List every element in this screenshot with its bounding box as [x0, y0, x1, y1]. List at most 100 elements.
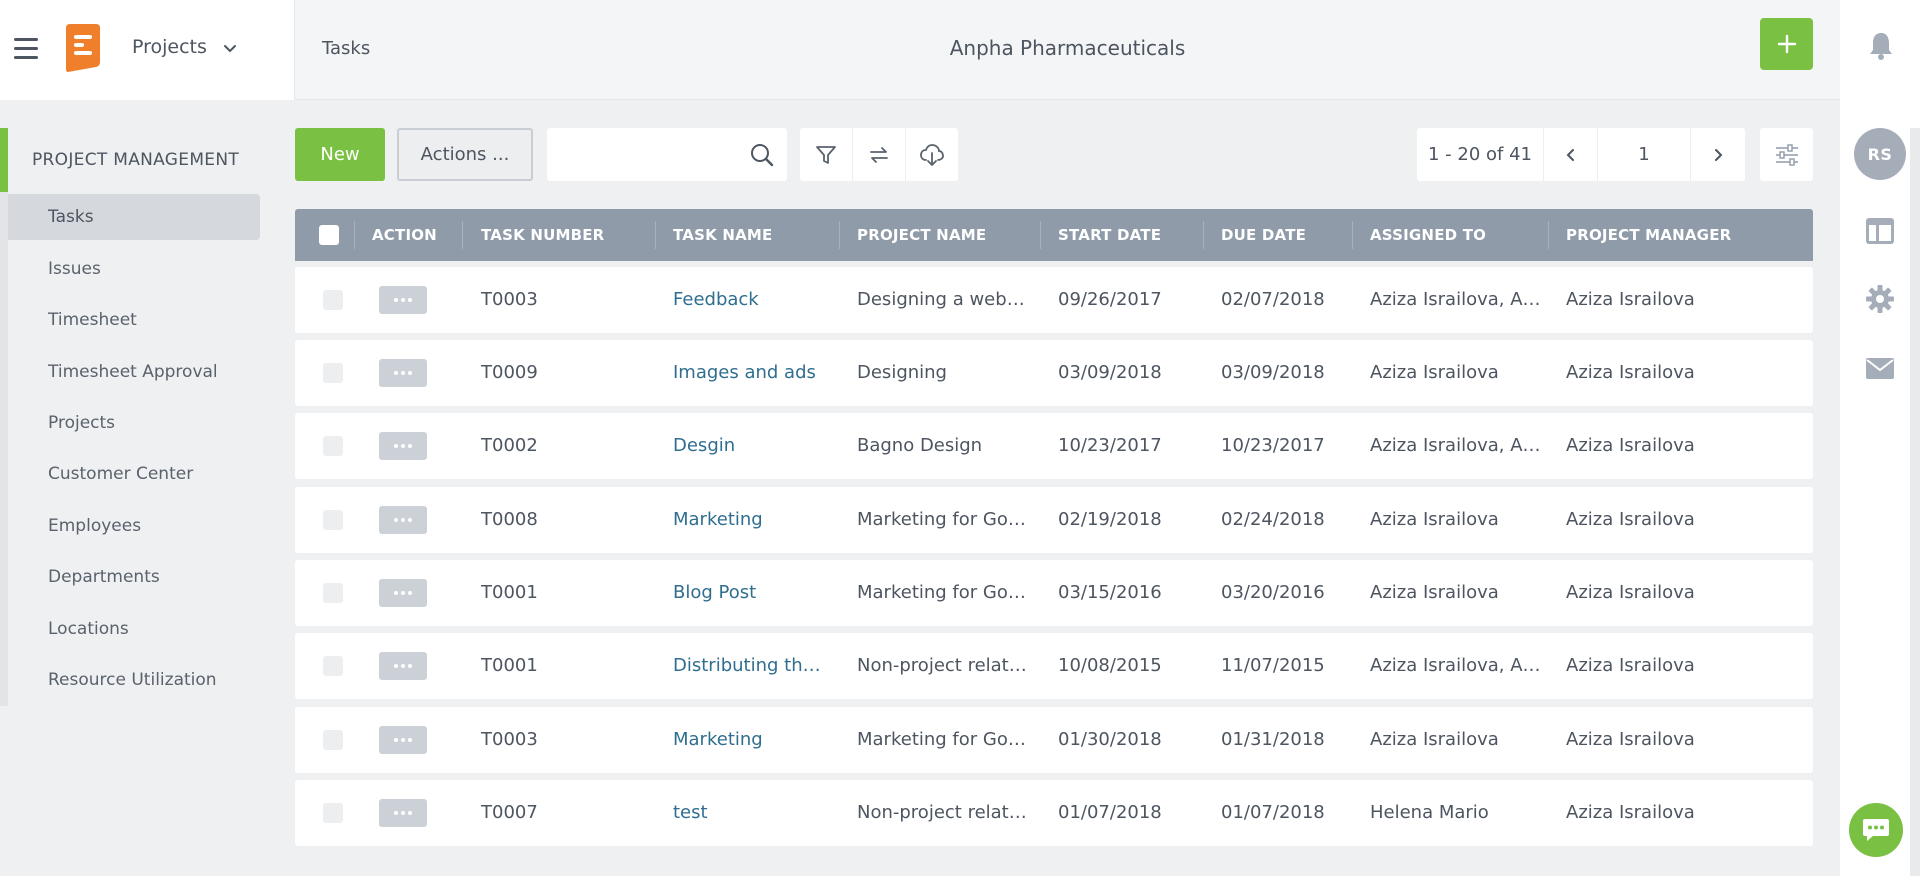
- table-row[interactable]: T0007 test Non-project relate... 01/07/2…: [295, 780, 1813, 846]
- task-name-link[interactable]: Images and ads: [673, 340, 825, 406]
- row-actions-button[interactable]: [379, 432, 427, 460]
- task-name-link[interactable]: Marketing: [673, 487, 825, 553]
- task-number-cell: T0008: [481, 509, 538, 530]
- row-checkbox[interactable]: [323, 290, 343, 310]
- row-checkbox[interactable]: [323, 363, 343, 383]
- column-header-project-manager[interactable]: PROJECT MANAGER: [1566, 209, 1731, 261]
- sidebar-item-departments[interactable]: Departments: [8, 554, 260, 600]
- sidebar-item-timesheet-approval[interactable]: Timesheet Approval: [8, 349, 260, 395]
- refresh-button[interactable]: [853, 128, 906, 181]
- task-name-link[interactable]: Blog Post: [673, 560, 825, 626]
- task-name-link[interactable]: test: [673, 780, 825, 846]
- row-actions-button[interactable]: [379, 652, 427, 680]
- table-row[interactable]: T0001 Blog Post Marketing for Goo... 03/…: [295, 560, 1813, 626]
- start-date-cell: 02/19/2018: [1058, 509, 1162, 530]
- app-logo[interactable]: [62, 22, 104, 74]
- module-switcher-label[interactable]: Projects: [132, 36, 207, 58]
- plus-icon: [1777, 34, 1796, 54]
- task-number-cell: T0009: [481, 362, 538, 383]
- hamburger-icon[interactable]: [14, 38, 38, 60]
- sidebar-item-locations[interactable]: Locations: [8, 606, 260, 652]
- column-header-project-name[interactable]: PROJECT NAME: [857, 209, 986, 261]
- sidebar-item-resource-utilization[interactable]: Resource Utilization: [8, 657, 260, 703]
- column-settings-button[interactable]: [1760, 128, 1813, 181]
- task-name-link[interactable]: Desgin: [673, 413, 825, 479]
- assigned-to-cell: Helena Mario: [1370, 802, 1489, 823]
- column-header-due-date[interactable]: DUE DATE: [1221, 209, 1306, 261]
- mail-icon[interactable]: [1864, 352, 1896, 384]
- task-name-link[interactable]: Marketing: [673, 707, 825, 773]
- next-page-button[interactable]: [1691, 128, 1745, 181]
- column-header-task-name[interactable]: TASK NAME: [673, 209, 772, 261]
- sidebar-item-issues[interactable]: Issues: [8, 246, 260, 292]
- project-manager-cell: Aziza Israilova: [1566, 509, 1695, 530]
- select-all-checkbox[interactable]: [319, 225, 339, 245]
- filter-button[interactable]: [800, 128, 853, 181]
- actions-button[interactable]: Actions ...: [397, 128, 533, 181]
- due-date-cell: 03/20/2016: [1221, 582, 1325, 603]
- more-dots-icon: [394, 298, 398, 302]
- sidebar-item-timesheet[interactable]: Timesheet: [8, 297, 260, 343]
- add-button[interactable]: [1760, 18, 1813, 70]
- table-row[interactable]: T0002 Desgin Bagno Design 10/23/2017 10/…: [295, 413, 1813, 479]
- sidebar-item-tasks[interactable]: Tasks: [8, 194, 260, 240]
- task-number-cell: T0002: [481, 435, 538, 456]
- row-actions-button[interactable]: [379, 286, 427, 314]
- dot: [401, 811, 405, 815]
- row-checkbox[interactable]: [323, 730, 343, 750]
- row-checkbox[interactable]: [323, 583, 343, 603]
- cloud-download-icon: [920, 143, 944, 166]
- assigned-to-cell: Aziza Israilova: [1370, 509, 1499, 530]
- row-checkbox[interactable]: [323, 803, 343, 823]
- search-icon[interactable]: [749, 142, 775, 168]
- start-date-cell: 01/07/2018: [1058, 802, 1162, 823]
- row-actions-button[interactable]: [379, 359, 427, 387]
- page-number-field[interactable]: 1: [1598, 128, 1691, 181]
- table-row[interactable]: T0008 Marketing Marketing for Goo... 02/…: [295, 487, 1813, 553]
- table-row[interactable]: T0003 Feedback Designing a website 09/26…: [295, 267, 1813, 333]
- due-date-cell: 03/09/2018: [1221, 362, 1325, 383]
- row-actions-button[interactable]: [379, 799, 427, 827]
- dot: [408, 518, 412, 522]
- column-header-task-number[interactable]: TASK NUMBER: [481, 209, 604, 261]
- row-actions-button[interactable]: [379, 726, 427, 754]
- table-row[interactable]: T0003 Marketing Marketing for Goo... 01/…: [295, 707, 1813, 773]
- column-divider: [655, 221, 656, 249]
- row-actions-button[interactable]: [379, 506, 427, 534]
- start-date-cell: 10/08/2015: [1058, 655, 1162, 676]
- previous-page-button[interactable]: [1544, 128, 1598, 181]
- task-name-link[interactable]: Distributing the ...: [673, 633, 825, 699]
- more-dots-icon: [394, 444, 398, 448]
- column-divider: [1352, 221, 1353, 249]
- layout-icon[interactable]: [1864, 215, 1896, 247]
- table-row[interactable]: T0009 Images and ads Designing 03/09/201…: [295, 340, 1813, 406]
- chevron-down-icon[interactable]: [222, 40, 238, 56]
- assigned-to-cell: Aziza Israilova, Azi...: [1370, 435, 1542, 456]
- table-row[interactable]: T0001 Distributing the ... Non-project r…: [295, 633, 1813, 699]
- pagination: 1 - 20 of 41 1: [1417, 128, 1745, 181]
- search-input[interactable]: [561, 140, 741, 168]
- sidebar: PROJECT MANAGEMENT Tasks Issues Timeshee…: [0, 128, 262, 706]
- sidebar-item-projects[interactable]: Projects: [8, 400, 260, 446]
- chat-button[interactable]: [1849, 803, 1903, 857]
- sidebar-item-employees[interactable]: Employees: [8, 503, 260, 549]
- scrollbar[interactable]: [1910, 128, 1920, 876]
- gear-icon[interactable]: [1864, 283, 1896, 315]
- column-header-assigned-to[interactable]: ASSIGNED TO: [1370, 209, 1486, 261]
- row-actions-button[interactable]: [379, 579, 427, 607]
- project-manager-cell: Aziza Israilova: [1566, 289, 1695, 310]
- new-button[interactable]: New: [295, 128, 385, 181]
- column-header-action[interactable]: ACTION: [372, 209, 437, 261]
- more-dots-icon: [394, 811, 398, 815]
- dot: [408, 371, 412, 375]
- column-header-start-date[interactable]: START DATE: [1058, 209, 1161, 261]
- row-checkbox[interactable]: [323, 656, 343, 676]
- bell-icon[interactable]: [1866, 30, 1896, 62]
- task-name-link[interactable]: Feedback: [673, 267, 825, 333]
- export-button[interactable]: [906, 128, 958, 181]
- sidebar-item-customer-center[interactable]: Customer Center: [8, 451, 260, 497]
- column-divider: [1203, 221, 1204, 249]
- row-checkbox[interactable]: [323, 510, 343, 530]
- row-checkbox[interactable]: [323, 436, 343, 456]
- avatar[interactable]: RS: [1854, 128, 1906, 180]
